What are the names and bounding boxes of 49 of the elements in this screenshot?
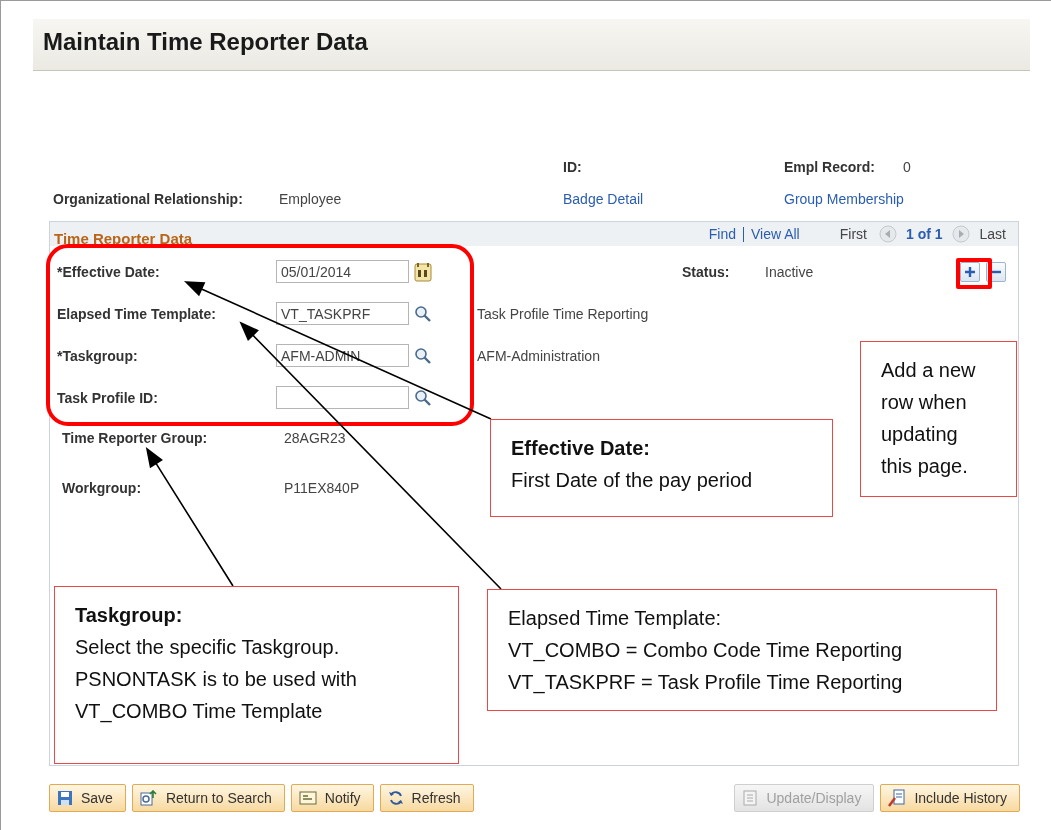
document-arrow-icon <box>139 790 158 806</box>
return-button[interactable]: Return to Search <box>131 784 285 812</box>
link[interactable]: Find <box>708 226 736 242</box>
field-label: *Effective Date: <box>57 263 161 280</box>
callout-text: Effective Date: First Date of the pay period <box>511 436 754 493</box>
notify-button[interactable]: Notify <box>290 784 374 812</box>
link[interactable]: Group Membership <box>784 191 1051 207</box>
save-icon <box>57 790 73 806</box>
field-label: Task Profile ID: <box>57 389 159 406</box>
field-label: Organizational Relationship: <box>53 191 244 207</box>
page-title: Maintain Time Reporter Data <box>43 28 368 56</box>
document-pen-icon <box>888 789 907 807</box>
highlight-frame <box>956 258 992 289</box>
field-label: *Taskgroup: <box>57 347 139 364</box>
callout-text: Elapsed Time Template: VT_COMBO = Combo Code Time Reporting VT_TASKPRF = Task Profile Time Reporting <box>508 606 904 696</box>
input-field[interactable]: VT_TASKPRF <box>276 302 409 325</box>
panel-title: Time Reporter Data <box>54 230 193 246</box>
callout-text: Taskgroup: Select the specific Taskgroup. PSNONTASK is to be used with VT_COMBO Time Template <box>75 603 358 725</box>
search-icon[interactable] <box>414 388 432 407</box>
field-value: Employee <box>279 191 343 207</box>
link[interactable]: View All <box>750 226 800 242</box>
refresh-button[interactable]: Refresh <box>379 784 474 812</box>
document-icon <box>742 790 759 806</box>
field-value: Inactive <box>765 263 815 280</box>
field-label: Elapsed Time Template: <box>57 305 217 322</box>
page-count: 1 of 1 <box>905 226 943 242</box>
field-value: 0 <box>903 159 911 175</box>
refresh-icon <box>387 790 404 806</box>
field-label: Workgroup: <box>62 480 142 496</box>
callout-text: Add a new row when updating this page. <box>881 358 977 479</box>
field-label: ID: <box>563 159 583 175</box>
plus-icon <box>964 265 976 278</box>
save-button[interactable]: Save <box>49 784 126 812</box>
calendar-icon[interactable] <box>414 261 432 282</box>
nav-label: First <box>839 226 867 242</box>
nav-label: Last <box>979 226 1006 242</box>
field-label: Status: <box>682 263 731 280</box>
history-button[interactable]: Include History <box>880 784 1020 812</box>
field-value: P11EX840P <box>284 480 360 496</box>
link[interactable]: Badge Detail <box>563 191 784 207</box>
field-value: 28AGR23 <box>284 430 346 446</box>
envelope-icon <box>298 791 317 805</box>
field-description: Task Profile Time Reporting <box>477 305 650 322</box>
input-field[interactable] <box>276 386 409 409</box>
field-label: Time Reporter Group: <box>62 430 208 446</box>
field-label: Empl Record: <box>784 159 875 175</box>
field-description: AFM-Administration <box>477 347 601 364</box>
add-row-button[interactable] <box>960 261 980 282</box>
input-field[interactable]: 05/01/2014 <box>276 260 409 283</box>
